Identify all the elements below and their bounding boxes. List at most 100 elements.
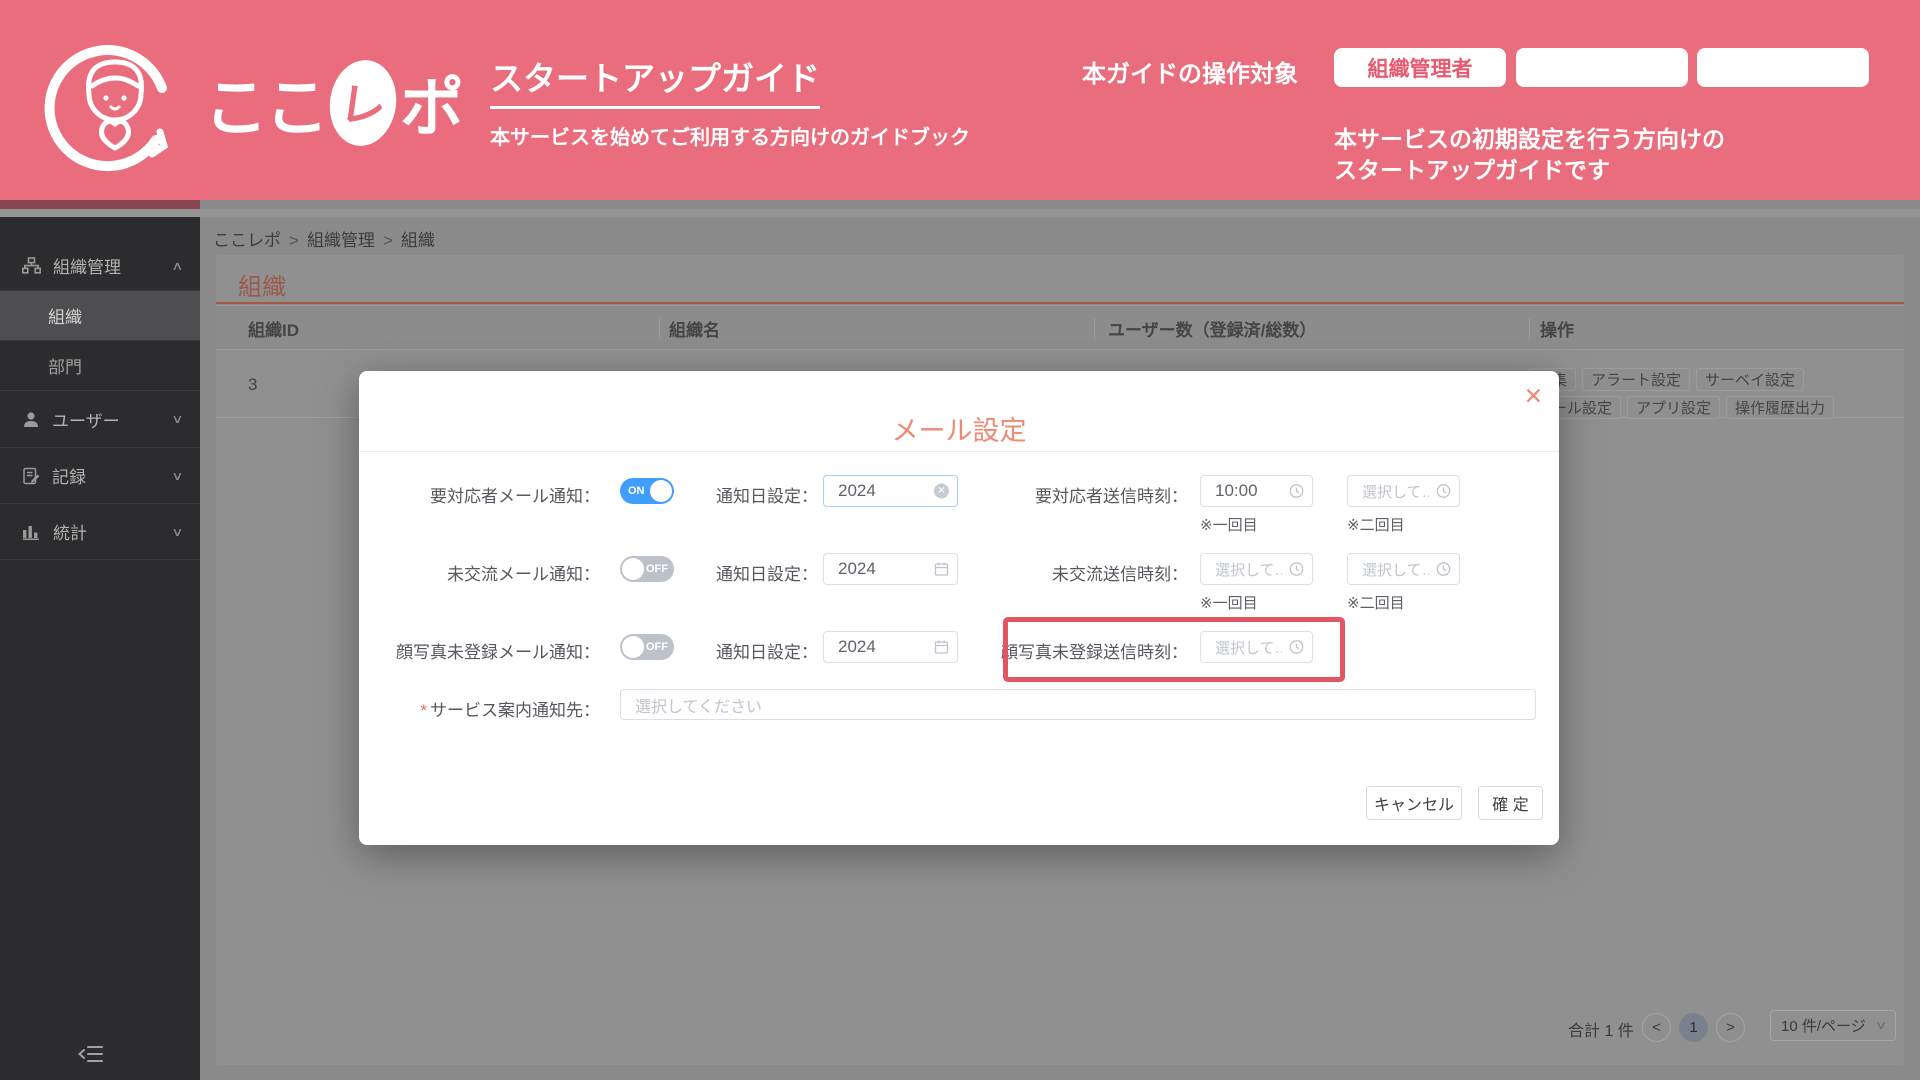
clear-icon[interactable]: ✕ bbox=[934, 483, 949, 499]
date-value: 2024 bbox=[838, 559, 876, 578]
chevron-down-icon: ∨ bbox=[171, 412, 184, 426]
pagination-total: 合計 1 件 bbox=[1568, 1023, 1634, 1040]
toggle-off-label: OFF bbox=[646, 563, 668, 575]
breadcrumb-item-org: 組織 bbox=[400, 231, 435, 250]
service-notify-placeholder: 選択してください bbox=[635, 698, 763, 716]
row-action-buttons-line1: 編集 アラート設定 サーベイ設定 bbox=[1528, 368, 1805, 391]
notify-required-label: 要対応者メール通知： bbox=[430, 487, 600, 506]
sidebar-item-org-management[interactable]: 組織管理 ∧ bbox=[0, 241, 200, 291]
date-setting-label: 通知日設定： bbox=[716, 565, 818, 584]
clock-icon bbox=[1289, 562, 1304, 577]
no-interaction-date-input[interactable]: 2024 bbox=[823, 553, 958, 585]
service-notify-input[interactable]: 選択してください bbox=[620, 689, 1536, 720]
time-placeholder: 選択して… bbox=[1215, 561, 1282, 579]
toggle-knob bbox=[622, 636, 644, 658]
send-time-label: 未交流送信時刻： bbox=[1052, 565, 1188, 584]
second-time-note: ※二回目 bbox=[1347, 517, 1405, 534]
no-interaction-toggle[interactable]: OFF bbox=[620, 556, 674, 582]
toggle-knob bbox=[622, 558, 644, 580]
sidebar-item-records[interactable]: 記録 ∨ bbox=[0, 448, 200, 504]
service-notify-label: * サービス案内通知先： bbox=[420, 701, 600, 720]
arrow-right-icon: > bbox=[1726, 1019, 1735, 1036]
brand-logo-illustration bbox=[40, 22, 190, 183]
pagination-prev-button[interactable]: < bbox=[1642, 1013, 1671, 1042]
brand-logo-text: ここ レ ポ bbox=[204, 55, 464, 150]
sidebar-item-users[interactable]: ユーザー ∨ bbox=[0, 391, 200, 448]
breadcrumb-separator: > bbox=[289, 231, 299, 250]
toggle-on-label: ON bbox=[628, 485, 645, 497]
app-settings-button[interactable]: アプリ設定 bbox=[1627, 396, 1721, 419]
guide-header: ここ レ ポ スタートアップガイド 本サービスを始めてご利用する方向けのガイドブ… bbox=[0, 0, 1920, 200]
column-separator bbox=[1094, 318, 1095, 339]
no-interaction-label: 未交流メール通知： bbox=[447, 565, 600, 584]
date-setting-label: 通知日設定： bbox=[716, 487, 818, 506]
confirm-button[interactable]: 確 定 bbox=[1478, 786, 1543, 820]
date-value: 2024 bbox=[838, 637, 876, 656]
row-action-buttons-line2: メール設定 アプリ設定 操作履歴出力 bbox=[1528, 396, 1835, 419]
sidebar-item-stats[interactable]: 統計 ∨ bbox=[0, 504, 200, 560]
pagination-page-1[interactable]: 1 bbox=[1679, 1013, 1708, 1042]
sidebar-item-org[interactable]: 組織 bbox=[0, 291, 200, 341]
sidebar-item-department[interactable]: 部門 bbox=[0, 341, 200, 391]
page-size-value: 10 件/ページ bbox=[1781, 1018, 1866, 1035]
notify-required-time1-input[interactable]: 10:00 bbox=[1200, 475, 1313, 507]
calendar-icon bbox=[934, 640, 949, 655]
notify-required-date-input[interactable]: 2024 ✕ bbox=[823, 475, 958, 507]
title-underline bbox=[216, 302, 1904, 304]
no-photo-label: 顔写真未登録メール通知： bbox=[396, 643, 600, 662]
date-setting-label: 通知日設定： bbox=[716, 643, 818, 662]
cancel-button[interactable]: キャンセル bbox=[1366, 786, 1462, 820]
screen: ここ レ ポ スタートアップガイド 本サービスを始めてご利用する方向けのガイドブ… bbox=[0, 0, 1920, 1080]
stats-icon bbox=[22, 524, 41, 540]
required-asterisk: * bbox=[420, 701, 427, 720]
send-time-label: 要対応者送信時刻： bbox=[1035, 487, 1188, 506]
chevron-down-icon: ∨ bbox=[171, 468, 184, 483]
brand-logo: ここ レ ポ bbox=[40, 22, 464, 183]
guide-subtitle: 本サービスを始めてご利用する方向けのガイドブック bbox=[490, 127, 970, 149]
caret-down-icon: ∨ bbox=[1874, 1020, 1888, 1032]
table-header: 組織ID 組織名 ユーザー数（登録済/総数） 操作 bbox=[216, 305, 1904, 350]
calendar-icon bbox=[934, 562, 949, 577]
breadcrumb-item-org-management[interactable]: 組織管理 bbox=[307, 231, 375, 250]
sidebar-item-label: 部門 bbox=[48, 358, 82, 377]
guide-title-block: スタートアップガイド 本サービスを始めてご利用する方向けのガイドブック bbox=[490, 52, 970, 150]
modal-title: メール設定 bbox=[891, 416, 1027, 446]
target-role-badge-empty-2 bbox=[1697, 48, 1869, 87]
chevron-up-icon: ∧ bbox=[171, 258, 184, 273]
close-icon[interactable]: ✕ bbox=[1524, 385, 1543, 408]
no-interaction-time1-input[interactable]: 選択して… bbox=[1200, 553, 1313, 585]
clock-icon bbox=[1436, 562, 1451, 577]
guide-description: 本サービスの初期設定を行う方向けの スタートアップガイドです bbox=[1334, 124, 1725, 186]
sidebar-collapse-button[interactable] bbox=[76, 1042, 106, 1066]
breadcrumb-item-home[interactable]: ここレポ bbox=[213, 231, 281, 250]
notify-required-toggle[interactable]: ON bbox=[620, 478, 674, 504]
time-placeholder: 選択して… bbox=[1362, 561, 1429, 579]
column-separator bbox=[659, 318, 660, 339]
mail-settings-modal: ✕ メール設定 要対応者メール通知： ON 通知日設定： 2024 ✕ 要対応者… bbox=[359, 371, 1559, 845]
sidebar-item-label: 記録 bbox=[52, 468, 86, 487]
no-photo-toggle[interactable]: OFF bbox=[620, 634, 674, 660]
app-top-strip-2 bbox=[0, 209, 1920, 217]
sidebar: 組織管理 ∧ 組織 部門 ユーザー ∨ 記録 ∨ 統計 ∨ bbox=[0, 217, 200, 1080]
no-photo-date-input[interactable]: 2024 bbox=[823, 631, 958, 663]
first-time-note: ※一回目 bbox=[1200, 595, 1258, 612]
pagination-next-button[interactable]: > bbox=[1716, 1013, 1745, 1042]
guide-description-line2: スタートアップガイドです bbox=[1334, 157, 1610, 183]
sidebar-item-label: 組織管理 bbox=[53, 258, 121, 277]
time-placeholder: 選択して… bbox=[1215, 639, 1282, 657]
notify-required-time2-input[interactable]: 選択して… bbox=[1347, 475, 1460, 507]
no-photo-time1-input[interactable]: 選択して… bbox=[1200, 631, 1313, 663]
survey-settings-button[interactable]: サーベイ設定 bbox=[1696, 368, 1805, 391]
sidebar-item-label: ユーザー bbox=[52, 411, 120, 431]
guide-description-line1: 本サービスの初期設定を行う方向けの bbox=[1334, 126, 1725, 152]
toggle-off-label: OFF bbox=[646, 641, 668, 653]
column-header-org-name: 組織名 bbox=[669, 321, 720, 340]
brand-badge: レ bbox=[324, 55, 402, 150]
sidebar-item-label: 組織 bbox=[48, 308, 82, 327]
operation-history-export-button[interactable]: 操作履歴出力 bbox=[1726, 396, 1835, 419]
clock-icon bbox=[1436, 484, 1451, 499]
no-interaction-time2-input[interactable]: 選択して… bbox=[1347, 553, 1460, 585]
alert-settings-button[interactable]: アラート設定 bbox=[1582, 368, 1691, 391]
page-size-select[interactable]: 10 件/ページ ∨ bbox=[1770, 1010, 1896, 1041]
app-top-strip bbox=[0, 200, 1920, 209]
